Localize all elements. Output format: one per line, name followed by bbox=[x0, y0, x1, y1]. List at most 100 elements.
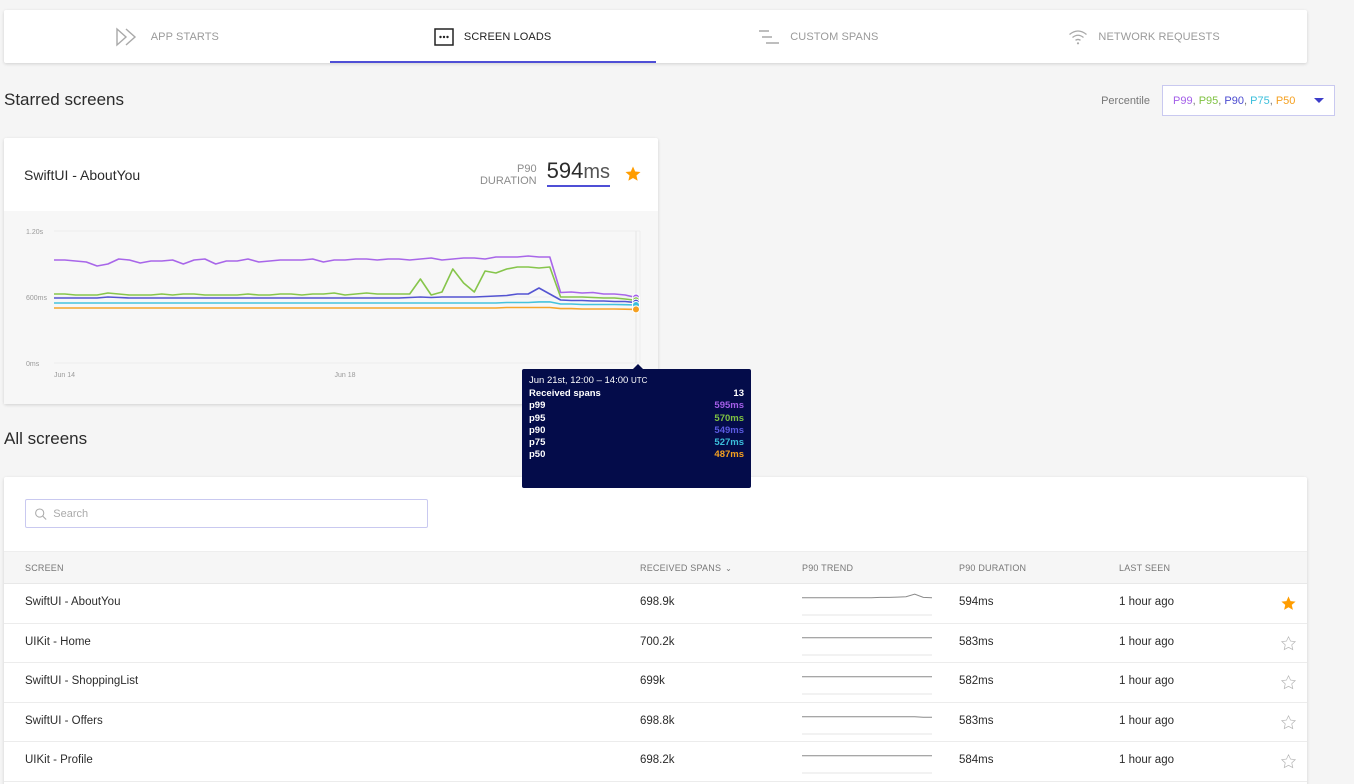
column-header-last-seen[interactable]: LAST SEEN bbox=[1119, 563, 1170, 573]
p90-trend-sparkline bbox=[802, 636, 932, 656]
staggered-lines-icon bbox=[759, 29, 780, 44]
metric-percentile: P90 bbox=[517, 163, 537, 175]
wifi-icon bbox=[1069, 29, 1088, 44]
tab-network-requests[interactable]: NETWORK REQUESTS bbox=[981, 10, 1307, 63]
last-seen-cell: 1 hour ago bbox=[1119, 675, 1174, 688]
percentile-option-p75: P75 bbox=[1250, 94, 1270, 107]
percentile-option-p50: P50 bbox=[1275, 94, 1296, 107]
star-filled-icon[interactable] bbox=[624, 165, 642, 188]
star-outline-icon[interactable] bbox=[1280, 714, 1297, 734]
metric-label: P90 DURATION bbox=[480, 163, 537, 187]
table-row[interactable]: SwiftUI - ShoppingList 699k 582ms 1 hour ag… bbox=[4, 663, 1307, 703]
all-screens-heading: All screens bbox=[4, 429, 88, 448]
star-outline-icon[interactable] bbox=[1280, 753, 1297, 773]
table-row[interactable]: UIKit - Home 700.2k 583ms 1 hour ago bbox=[4, 624, 1307, 664]
percentile-selected-values: P99, P95, P90, P75, P50 bbox=[1173, 95, 1295, 107]
table-row[interactable]: SwiftUI - AboutYou 698.9k 594ms 1 hour ago bbox=[4, 584, 1307, 624]
received-spans-cell: 698.2k bbox=[640, 754, 675, 767]
series-line-p99 bbox=[54, 255, 637, 299]
column-header-screen[interactable]: SCREEN bbox=[25, 563, 64, 573]
screen-name-cell: SwiftUI - Offers bbox=[25, 714, 103, 727]
search-input[interactable] bbox=[53, 507, 419, 520]
p90-duration-metric: P90 DURATION 594ms bbox=[480, 158, 610, 187]
column-header-p90-duration[interactable]: P90 DURATION bbox=[959, 563, 1026, 573]
p90-duration-cell: 594ms bbox=[959, 596, 994, 608]
tooltip-row-value: 570ms bbox=[714, 412, 744, 424]
p90-duration-cell: 582ms bbox=[959, 675, 994, 688]
tooltip-row: p95 570ms bbox=[529, 413, 744, 425]
last-seen-cell: 1 hour ago bbox=[1119, 754, 1174, 767]
metric-tabs: APP STARTS SCREEN LOADS CUSTOM SPANS NET… bbox=[4, 10, 1307, 63]
column-header-received-spans[interactable]: RECEIVED SPANS ⌄ bbox=[640, 563, 732, 573]
star-outline-icon[interactable] bbox=[1280, 674, 1297, 694]
last-seen-cell: 1 hour ago bbox=[1119, 635, 1174, 648]
metric-value: 594ms bbox=[546, 158, 610, 187]
p90-trend-sparkline bbox=[802, 755, 932, 774]
tooltip-row-label: p90 bbox=[529, 424, 546, 436]
series-line-p75 bbox=[54, 301, 637, 306]
screen-name-cell: UIKit - Home bbox=[25, 635, 91, 648]
percentile-dropdown[interactable]: P99, P95, P90, P75, P50 bbox=[1162, 85, 1335, 116]
tooltip-rows: Received spans 13 p99 595ms p95 570ms p90 549ms… bbox=[529, 388, 744, 462]
tooltip-row: p75 527ms bbox=[529, 437, 744, 449]
tab-app-starts[interactable]: APP STARTS bbox=[4, 10, 330, 63]
sparkline-line bbox=[802, 593, 932, 599]
y-tick-label: 600ms bbox=[26, 295, 48, 302]
tab-screen-loads[interactable]: SCREEN LOADS bbox=[329, 10, 656, 63]
starred-screens-heading: Starred screens bbox=[4, 90, 124, 109]
ellipsis-box-icon bbox=[434, 27, 454, 46]
screen-name-cell: UIKit - Profile bbox=[25, 754, 93, 767]
tooltip-row-value: 487ms bbox=[714, 449, 744, 461]
received-spans-cell: 698.9k bbox=[640, 596, 675, 608]
screen-name-cell: SwiftUI - ShoppingList bbox=[25, 675, 139, 688]
percentile-label: Percentile bbox=[1101, 94, 1150, 107]
percentile-filter: Percentile P99, P95, P90, P75, P50 bbox=[1101, 85, 1335, 116]
series-line-p95 bbox=[54, 266, 637, 302]
tab-label: APP STARTS bbox=[150, 30, 219, 43]
p90-trend-sparkline bbox=[802, 676, 932, 695]
tooltip-row-value: 527ms bbox=[714, 437, 744, 449]
starred-screen-card[interactable]: SwiftUI - AboutYou P90 DURATION 594ms 0m… bbox=[4, 138, 658, 404]
table-row[interactable]: UIKit - Profile 698.2k 584ms 1 hour ago bbox=[4, 742, 1307, 782]
search-icon bbox=[35, 507, 47, 520]
metric-unit: ms bbox=[583, 161, 610, 183]
chart-tooltip: Jun 21st, 12:00 – 14:00 UTC Received spa… bbox=[522, 364, 751, 488]
received-spans-cell: 699k bbox=[640, 675, 665, 688]
screens-table: SCREEN RECEIVED SPANS⌄ P90 TREND P90 DUR… bbox=[4, 477, 1307, 784]
tooltip-row: Received spans 13 bbox=[529, 388, 744, 400]
screen-name: SwiftUI - AboutYou bbox=[24, 166, 141, 183]
column-header-p90-trend[interactable]: P90 TREND bbox=[802, 563, 853, 573]
p90-trend-sparkline bbox=[802, 716, 932, 735]
search-box[interactable] bbox=[25, 499, 428, 528]
y-tick-label: 1.20s bbox=[26, 229, 44, 236]
tooltip-date-range: Jun 21st, 12:00 – 14:00 bbox=[529, 375, 629, 386]
percentile-option-p99: P99 bbox=[1173, 94, 1193, 107]
series-line-p50 bbox=[54, 306, 637, 311]
percentile-option-p95: P95 bbox=[1198, 94, 1219, 107]
p90-trend-sparkline bbox=[802, 593, 932, 616]
star-outline-icon[interactable] bbox=[1280, 635, 1297, 655]
star-filled-icon[interactable] bbox=[1280, 595, 1297, 615]
chevron-down-icon bbox=[1314, 98, 1324, 103]
p90-duration-cell: 583ms bbox=[959, 635, 994, 648]
table-row[interactable]: SwiftUI - Offers 698.8k 583ms 1 hour ago bbox=[4, 703, 1307, 743]
p90-duration-cell: 584ms bbox=[959, 754, 994, 767]
x-tick-label: Jun 14 bbox=[54, 372, 75, 379]
last-seen-cell: 1 hour ago bbox=[1119, 596, 1174, 608]
tooltip-row: p99 595ms bbox=[529, 400, 744, 412]
tooltip-title: Jun 21st, 12:00 – 14:00 UTC bbox=[529, 375, 744, 386]
screen-name-cell: SwiftUI - AboutYou bbox=[25, 596, 121, 608]
percentile-option-p90: P90 bbox=[1224, 94, 1244, 107]
tooltip-row: p50 487ms bbox=[529, 449, 744, 461]
tooltip-row-value: 13 bbox=[733, 388, 744, 399]
tab-label: NETWORK REQUESTS bbox=[1098, 30, 1220, 43]
series-point-p50 bbox=[632, 305, 640, 314]
tooltip-row-value: 595ms bbox=[714, 400, 744, 412]
received-spans-cell: 698.8k bbox=[640, 714, 675, 727]
p90-duration-cell: 583ms bbox=[959, 714, 994, 727]
table-header: SCREEN RECEIVED SPANS ⌄ P90 TREND P90 DUR… bbox=[4, 551, 1307, 584]
column-header-label: RECEIVED SPANS bbox=[640, 563, 722, 573]
metric-name: DURATION bbox=[479, 175, 537, 187]
table-body: SwiftUI - AboutYou 698.9k 594ms 1 hour ago U… bbox=[4, 584, 1307, 782]
tab-custom-spans[interactable]: CUSTOM SPANS bbox=[656, 10, 982, 63]
